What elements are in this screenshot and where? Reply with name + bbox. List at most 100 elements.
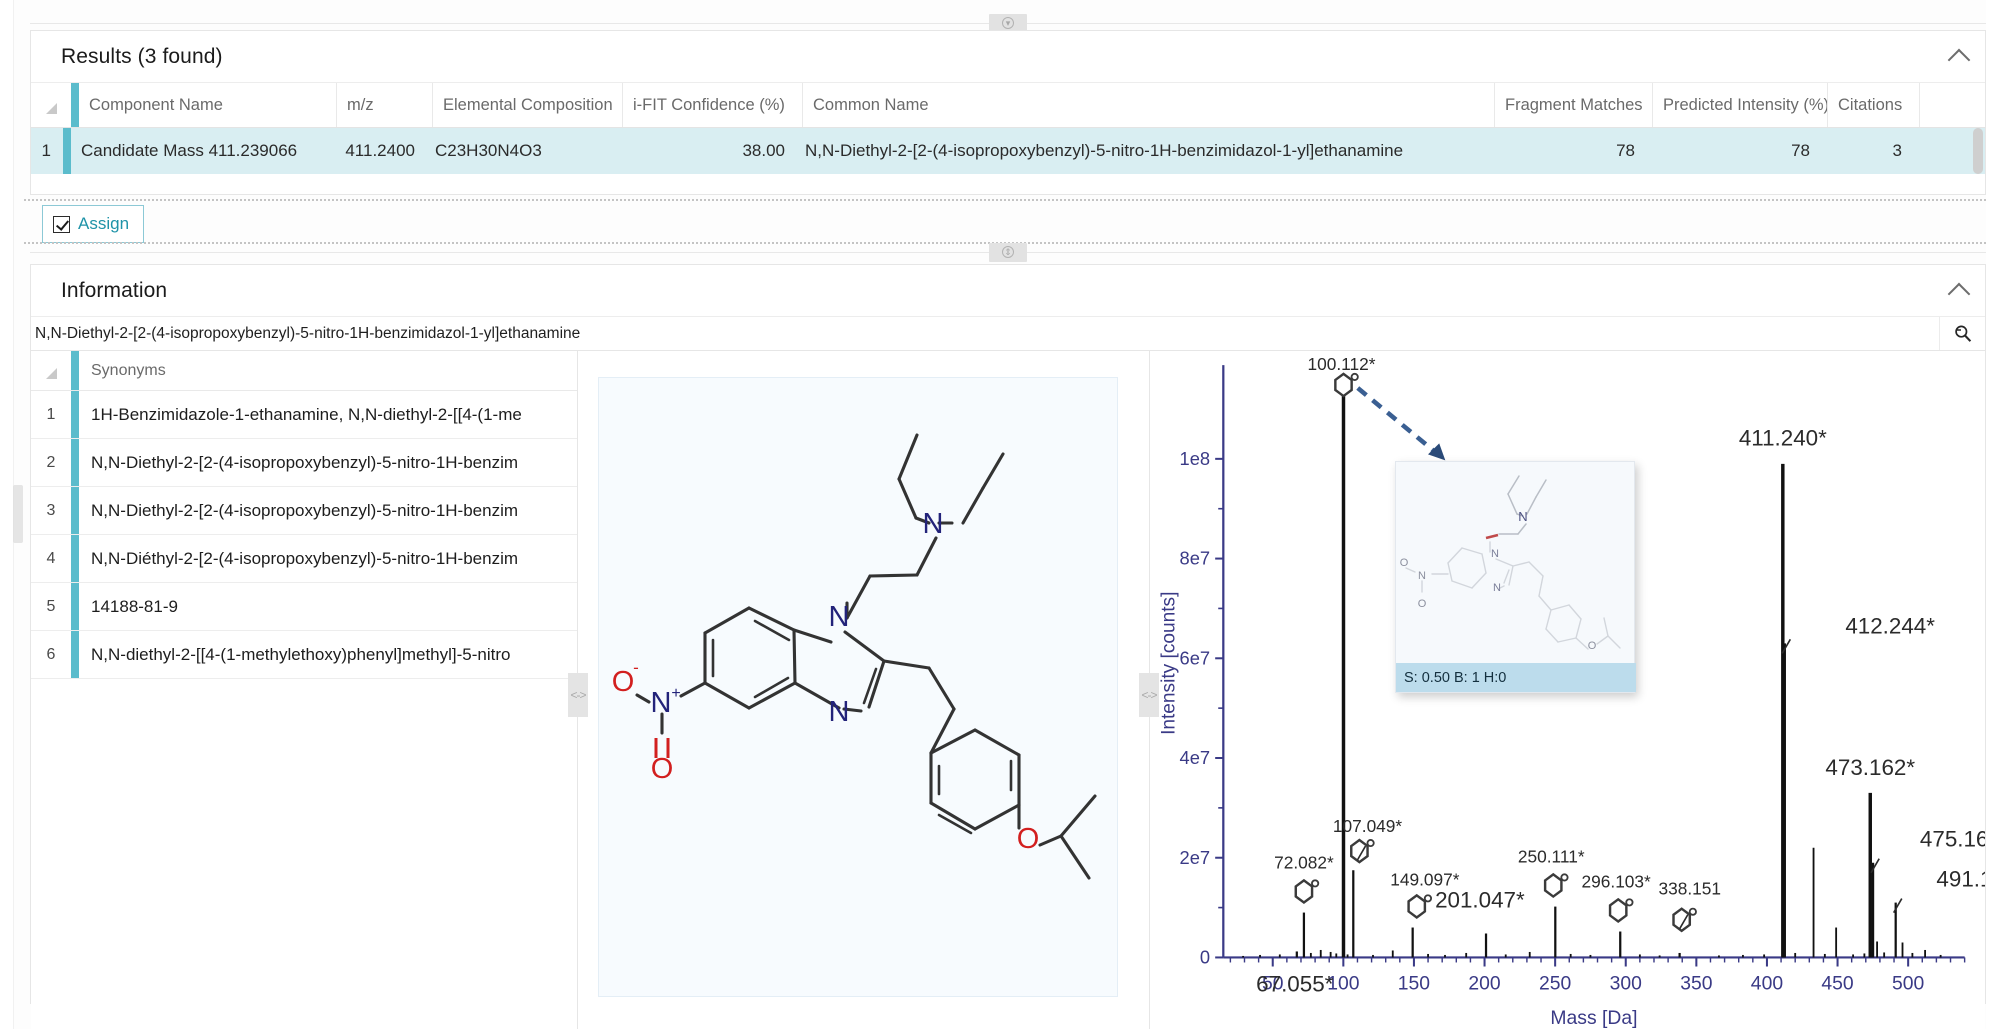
list-item[interactable]: 2 N,N-Diethyl-2-[2-(4-isopropoxybenzyl)-…	[31, 439, 577, 487]
synonym-text: N,N-diethyl-2-[[4-(1-methylethoxy)phenyl…	[91, 644, 511, 664]
fragment-structure-icon	[1608, 897, 1634, 923]
column-header-predicted-intensity[interactable]: Predicted Intensity (%)	[1653, 83, 1828, 127]
atom-label-nitro-n: N	[651, 687, 672, 719]
results-panel-header: Results (3 found)	[31, 31, 1985, 83]
column-header-common-name[interactable]: Common Name	[803, 83, 1495, 127]
synonyms-panel: Synonyms 1 1H-Benzimidazole-1-ethanamine…	[31, 351, 578, 1029]
list-item[interactable]: 3 N,N-Diethyl-2-[2-(4-isopropoxybenzyl)-…	[31, 487, 577, 535]
peak-label: 473.162*	[1825, 755, 1915, 780]
cell-citations: 3	[1892, 141, 1902, 160]
information-panel-header: Information	[31, 265, 1985, 317]
peak-label: 100.112*	[1307, 354, 1375, 374]
row-accent-bar	[71, 487, 79, 534]
cell-predicted-intensity: 78	[1791, 141, 1810, 160]
row-accent-bar	[71, 583, 79, 630]
information-collapse-button[interactable]	[1933, 265, 1985, 317]
table-row[interactable]: 1 Candidate Mass 411.239066 411.2400 C23…	[31, 128, 1985, 174]
structure-spectrum-splitter-grip[interactable]: <->	[1139, 673, 1159, 717]
tooltip-atom-n1: N	[1491, 548, 1499, 560]
results-select-all-cell[interactable]	[31, 83, 71, 127]
tooltip-atom-n3: N	[1493, 582, 1501, 594]
peak-label: 296.103*	[1582, 871, 1652, 891]
atom-label-n-amine: N	[923, 508, 944, 540]
list-item[interactable]: 6 N,N-diethyl-2-[[4-(1-methylethoxy)phen…	[31, 631, 577, 679]
results-vertical-scrollbar[interactable]	[1973, 128, 1983, 174]
x-axis-tick-label: 350	[1680, 974, 1712, 995]
y-axis-tick-label: 2e7	[1180, 848, 1211, 868]
peak-label: 201.047*	[1435, 887, 1525, 912]
list-item[interactable]: 5 14188-81-9	[31, 583, 577, 631]
row-accent-bar	[71, 391, 79, 438]
triangle-icon	[45, 368, 57, 379]
synonym-index: 5	[46, 597, 56, 615]
peak-label: 475.161*	[1920, 827, 1985, 852]
atom-label-o-minus: O	[612, 666, 635, 698]
peak-label: 338.151	[1659, 879, 1722, 899]
row-accent-bar	[63, 128, 71, 174]
left-rail	[0, 0, 14, 1029]
tooltip-atom-o-minus: O	[1400, 557, 1409, 569]
fragment-structure-icon	[1543, 872, 1569, 899]
compound-search-button[interactable]	[1939, 317, 1985, 350]
column-header-synonyms[interactable]: Synonyms	[79, 351, 166, 390]
y-axis-tick-label: 0	[1200, 948, 1210, 968]
application-window: ▾ Results (3 found) Component Name m/z E…	[0, 0, 2000, 1029]
tooltip-molecule-diagram: N N N N O O O	[1400, 475, 1621, 652]
synonym-text: 1H-Benzimidazole-1-ethanamine, N,N-dieth…	[91, 404, 522, 424]
synonyms-structure-splitter-grip[interactable]: <->	[568, 673, 588, 717]
row-index: 1	[41, 141, 51, 160]
information-splitter-grip[interactable]: ⇕	[989, 242, 1027, 262]
list-item[interactable]: 1 1H-Benzimidazole-1-ethanamine, N,N-die…	[31, 391, 577, 439]
column-header-mz[interactable]: m/z	[337, 83, 433, 127]
column-header-predicted-intensity-label: Predicted Intensity (%)	[1663, 95, 1828, 114]
information-panel-title: Information	[61, 278, 168, 302]
charge-minus: -	[633, 658, 639, 677]
annotation-arrow-line	[1356, 386, 1447, 463]
column-header-ifit-confidence[interactable]: i-FIT Confidence (%)	[623, 83, 803, 127]
assign-checkbox[interactable]	[53, 215, 70, 233]
synonyms-select-all-cell[interactable]	[31, 351, 71, 390]
results-grid-header: Component Name m/z Elemental Composition…	[31, 83, 1985, 128]
tooltip-atom-o-double: O	[1418, 598, 1427, 610]
y-axis-tick-label: 6e7	[1180, 648, 1211, 668]
y-axis-tick-label: 4e7	[1180, 748, 1211, 768]
peak-label: 149.097*	[1390, 869, 1460, 889]
structure-canvas[interactable]: N N N N + O - O O	[598, 377, 1118, 997]
chevron-up-icon	[1947, 48, 1971, 71]
peak-label: 491.174*	[1936, 867, 1985, 892]
assign-toolbar: Assign	[30, 205, 1986, 243]
x-axis-tick-label: 200	[1468, 974, 1500, 995]
cell-elemental-composition: C23H30N4O3	[435, 141, 542, 160]
triangle-icon	[45, 102, 57, 114]
peak-label: 412.244*	[1845, 613, 1935, 638]
structure-panel: N N N N + O - O O	[578, 351, 1150, 1029]
list-item[interactable]: 4 N,N-Diéthyl-2-[2-(4-isopropoxybenzyl)-…	[31, 535, 577, 583]
cell-component-name: Candidate Mass 411.239066	[81, 141, 298, 160]
synonym-text: N,N-Diethyl-2-[2-(4-isopropoxybenzyl)-5-…	[91, 452, 519, 472]
x-axis-tick-label: 500	[1892, 974, 1924, 995]
annotation-arrow-head	[1428, 443, 1446, 461]
column-header-fragment-matches[interactable]: Fragment Matches	[1495, 83, 1653, 127]
assign-button[interactable]: Assign	[42, 205, 145, 243]
chevron-up-icon	[1947, 282, 1971, 305]
column-header-citations[interactable]: Citations	[1828, 83, 1920, 127]
fragment-structure-tooltip[interactable]: N N N N O O O S: 0.50 B: 1 H:0	[1395, 461, 1636, 693]
tooltip-atom-n-amine: N	[1518, 509, 1527, 524]
tooltip-atom-nitro-n: N	[1418, 570, 1426, 582]
cell-common-name: N,N-Diethyl-2-[2-(4-isopropoxybenzyl)-5-…	[805, 141, 1404, 160]
cell-fragment-matches: 78	[1616, 141, 1635, 160]
synonym-index: 1	[46, 405, 56, 423]
left-panel-resize-grip[interactable]	[13, 485, 23, 543]
results-header-accent-bar	[71, 83, 79, 127]
column-header-elemental-composition[interactable]: Elemental Composition	[433, 83, 623, 127]
atom-label-o-double: O	[651, 753, 674, 785]
results-collapse-button[interactable]	[1933, 31, 1985, 83]
column-header-component-name[interactable]: Component Name	[79, 83, 337, 127]
x-axis-tick-label: 300	[1610, 974, 1642, 995]
information-splitter[interactable]: ⇕	[30, 241, 1986, 263]
compound-name-bar: N,N-Diethyl-2-[2-(4-isopropoxybenzyl)-5-…	[31, 317, 1985, 351]
fragment-structure-icon	[1334, 372, 1359, 398]
chevron-down-icon: ▾	[1002, 17, 1014, 29]
spectrum-panel: 0 2e7 4e7 6e7 8e7 1e8 50 100 150 200 250 300 350 400 4…	[1150, 351, 2000, 1029]
atom-label-n1: N	[829, 601, 850, 633]
